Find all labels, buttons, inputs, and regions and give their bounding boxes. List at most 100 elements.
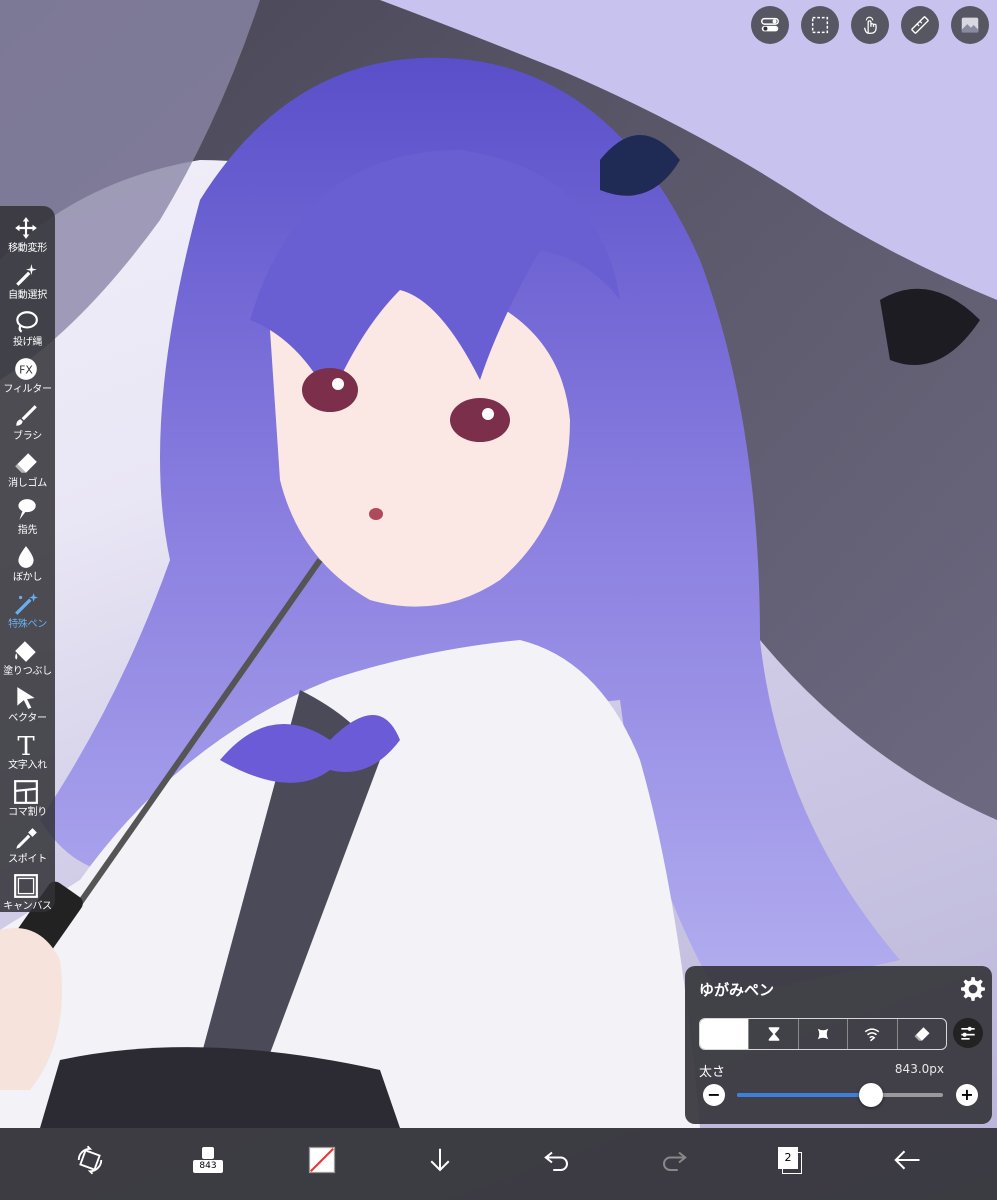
back-button[interactable] xyxy=(885,1138,929,1182)
tool-label: ブラシ xyxy=(13,431,42,442)
tool-label: 塗りつぶし xyxy=(3,666,52,677)
brush-preview xyxy=(202,1147,214,1159)
sliders-icon xyxy=(961,1026,975,1040)
layer-preview-icon xyxy=(961,17,979,33)
tool-eraser[interactable]: 消しゴム xyxy=(0,445,55,491)
transform-button[interactable] xyxy=(68,1138,112,1182)
tool-label: フィルター xyxy=(3,384,52,395)
ruler-icon xyxy=(911,16,929,34)
tool-frame-divider[interactable]: コマ割り xyxy=(0,774,55,820)
tool-palette: 移動変形 自動選択 投げ縄 FX フィルター ブラシ 消しゴム 指先 ぼかし 特… xyxy=(0,206,55,912)
swell-mode-icon xyxy=(817,1028,829,1040)
download-icon xyxy=(430,1148,450,1172)
brush-size-button[interactable]: 843 xyxy=(186,1138,230,1182)
toggle-icon xyxy=(761,17,779,32)
download-button[interactable] xyxy=(418,1138,462,1182)
size-decrease-button[interactable]: − xyxy=(703,1084,725,1106)
bucket-fill-icon xyxy=(15,641,36,662)
canvas-icon xyxy=(14,874,38,898)
eraser-icon xyxy=(15,453,37,473)
pinch-mode-icon xyxy=(768,1027,779,1041)
tool-canvas[interactable]: キャンバス xyxy=(0,868,55,914)
tool-bucket-fill[interactable]: 塗りつぶし xyxy=(0,633,55,679)
undo-icon xyxy=(544,1151,568,1171)
frame-divider-icon xyxy=(14,780,38,804)
brush-panel: ゆがみペン 太さ 843.0px − + xyxy=(685,966,992,1124)
tool-label: ぼかし xyxy=(12,572,43,583)
tool-blur[interactable]: ぼかし xyxy=(0,539,55,585)
back-arrow-icon xyxy=(894,1150,920,1170)
tool-label: ベクター xyxy=(8,713,47,724)
tool-move-transform[interactable]: 移動変形 xyxy=(0,210,55,256)
top-toolbar xyxy=(751,6,989,44)
tool-label: キャンバス xyxy=(3,901,52,912)
brush-size-chip-label: 843 xyxy=(193,1160,223,1173)
filter-fx-icon: FX xyxy=(15,358,37,380)
magic-wand-icon xyxy=(16,264,37,286)
size-slider-thumb[interactable] xyxy=(858,1083,883,1107)
transform-rotate-icon xyxy=(77,1145,103,1175)
tool-vector[interactable]: ベクター xyxy=(0,680,55,726)
mode-pinch[interactable] xyxy=(749,1019,799,1049)
eyedropper-icon xyxy=(16,828,37,849)
touch-gesture-icon xyxy=(863,16,877,34)
smudge-icon xyxy=(18,499,36,520)
mode-push[interactable] xyxy=(700,1019,750,1049)
toggle-button[interactable] xyxy=(751,6,789,44)
mode-twirl[interactable] xyxy=(848,1019,898,1049)
move-transform-icon xyxy=(15,217,37,239)
ruler-button[interactable] xyxy=(901,6,939,44)
undo-button[interactable] xyxy=(535,1138,579,1182)
brush-name: ゆがみペン xyxy=(699,981,775,999)
brush-icon xyxy=(16,405,37,426)
color-swatch-icon xyxy=(308,1146,336,1174)
tool-label: 特殊ペン xyxy=(8,619,47,630)
blur-drop-icon xyxy=(18,546,34,568)
tool-label: 投げ縄 xyxy=(12,337,43,348)
text-icon: T xyxy=(17,732,35,758)
tool-text[interactable]: T 文字入れ xyxy=(0,727,55,773)
tool-brush[interactable]: ブラシ xyxy=(0,398,55,444)
touch-gesture-button[interactable] xyxy=(851,6,889,44)
tool-label: 指先 xyxy=(17,525,38,536)
size-slider[interactable] xyxy=(737,1083,943,1107)
mode-swell[interactable] xyxy=(799,1019,849,1049)
lasso-icon xyxy=(16,311,38,333)
tool-label: スポイト xyxy=(8,854,47,865)
brush-mode-selector xyxy=(699,1018,947,1050)
tool-label: 自動選択 xyxy=(8,290,47,301)
restore-mode-icon xyxy=(914,1027,930,1041)
tool-eyedropper[interactable]: スポイト xyxy=(0,821,55,867)
gear-icon[interactable] xyxy=(960,976,986,1002)
layer-count: 2 xyxy=(778,1147,798,1169)
tool-special-pen[interactable]: 特殊ペン xyxy=(0,586,55,632)
brush-size-icon: 843 xyxy=(193,1147,223,1173)
twirl-mode-icon xyxy=(865,1028,880,1042)
bottom-toolbar: 843 2 xyxy=(0,1128,997,1200)
tool-label: 消しゴム xyxy=(8,478,47,489)
redo-button[interactable] xyxy=(652,1138,696,1182)
svg-text:FX: FX xyxy=(19,363,33,376)
push-mode-icon xyxy=(718,1027,726,1041)
size-value: 843.0px xyxy=(894,1062,944,1076)
layers-icon: 2 xyxy=(778,1147,802,1174)
tool-label: コマ割り xyxy=(8,807,47,818)
vector-arrow-icon xyxy=(17,687,35,709)
tool-filter[interactable]: FX フィルター xyxy=(0,351,55,397)
layers-button[interactable]: 2 xyxy=(768,1138,812,1182)
color-button[interactable] xyxy=(300,1138,344,1182)
tool-label: 文字入れ xyxy=(8,760,47,771)
mode-restore[interactable] xyxy=(898,1019,946,1049)
tool-label: 移動変形 xyxy=(8,243,47,254)
redo-icon xyxy=(663,1151,687,1171)
special-pen-icon xyxy=(15,593,38,615)
size-label: 太さ xyxy=(699,1065,726,1080)
selection-icon xyxy=(811,16,829,34)
layer-preview-button[interactable] xyxy=(951,6,989,44)
size-increase-button[interactable]: + xyxy=(956,1084,978,1106)
tool-auto-select[interactable]: 自動選択 xyxy=(0,257,55,303)
tool-smudge[interactable]: 指先 xyxy=(0,492,55,538)
selection-button[interactable] xyxy=(801,6,839,44)
brush-adjust-button[interactable] xyxy=(953,1018,983,1048)
tool-lasso[interactable]: 投げ縄 xyxy=(0,304,55,350)
